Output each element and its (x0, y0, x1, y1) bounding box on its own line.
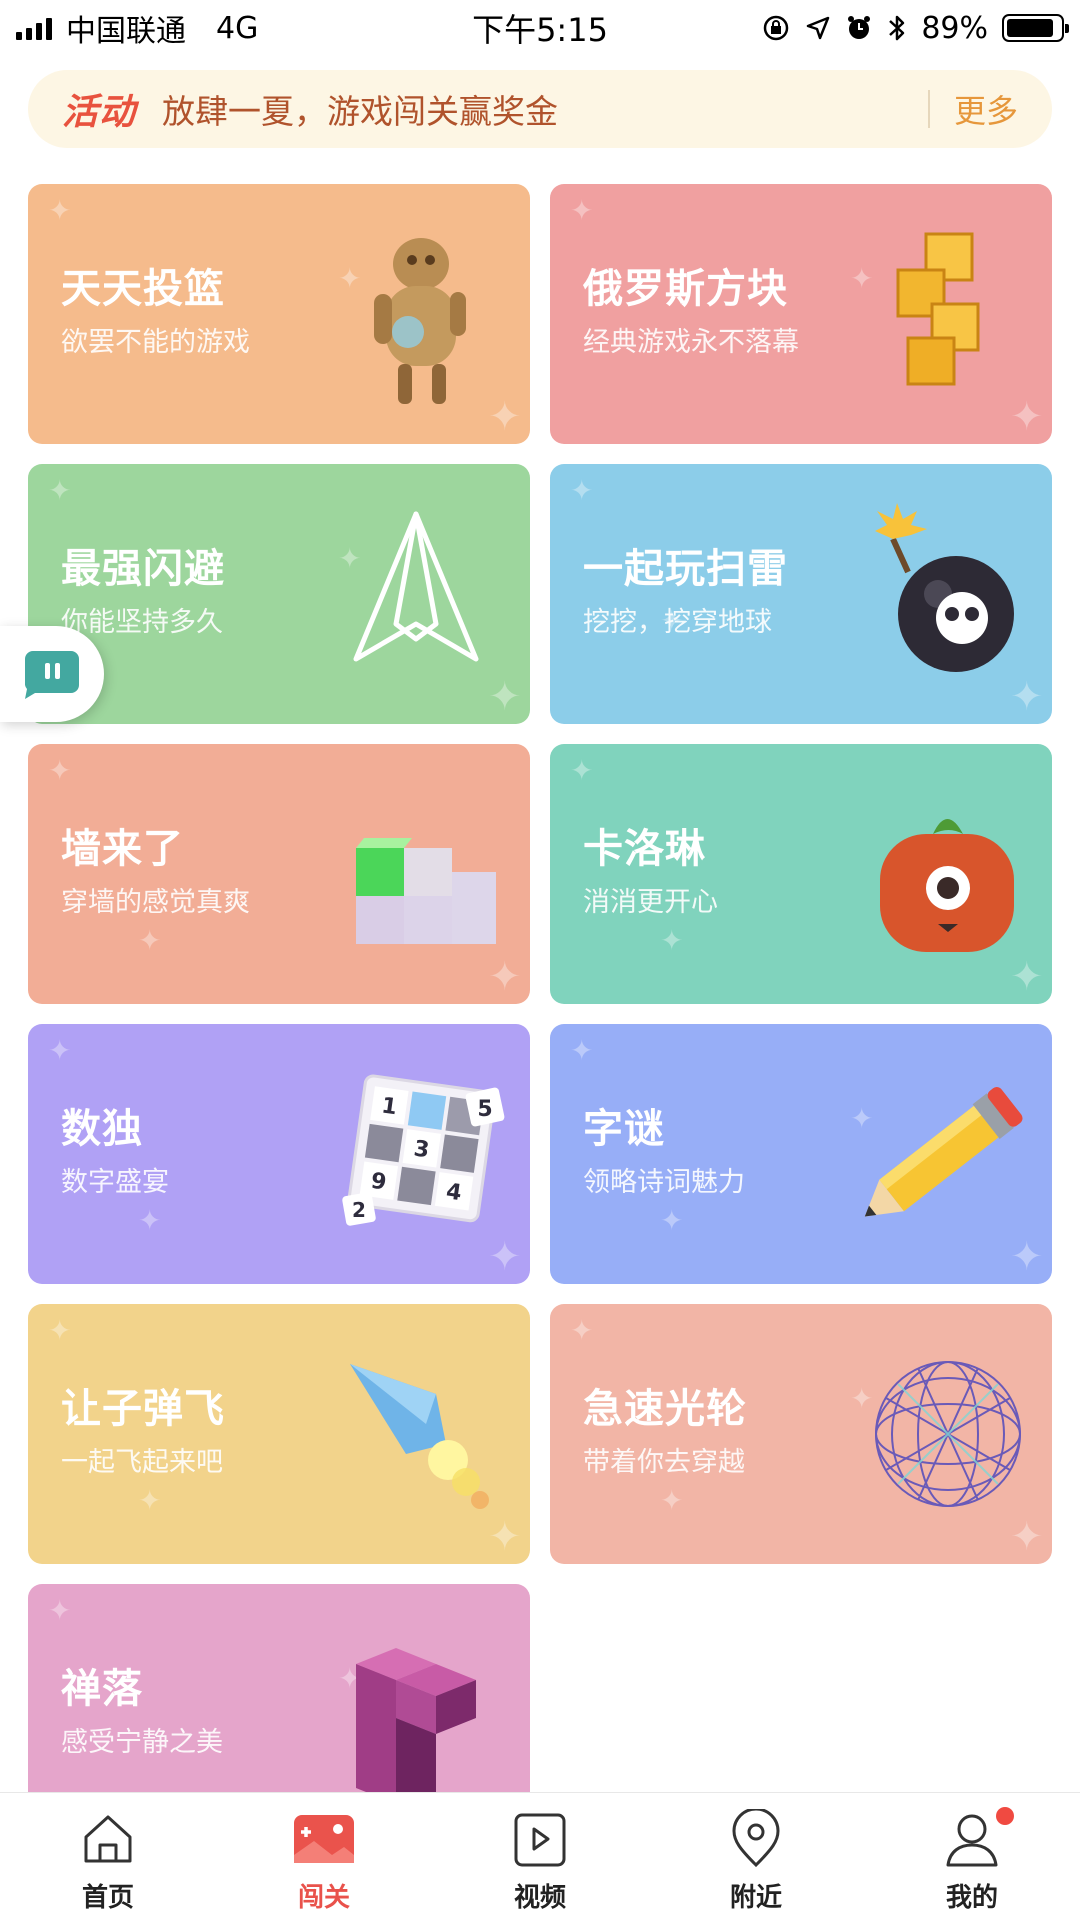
game-title: 字谜 (583, 1106, 665, 1152)
game-subtitle: 欲罢不能的游戏 (61, 327, 250, 358)
game-subtitle: 数字盛宴 (61, 1167, 169, 1198)
more-link[interactable]: 更多 (954, 86, 1018, 132)
game-card[interactable]: ✦ ✦ ✦ ✦ 急速光轮 带着你去穿越 (550, 1304, 1052, 1564)
activity-banner[interactable]: 活动 放肆一夏，游戏闯关赢奖金 更多 (28, 70, 1052, 148)
cubes-icon (356, 838, 496, 944)
tomato-monster-icon (880, 819, 1014, 952)
tab-video[interactable]: 视频 (470, 1807, 610, 1914)
rotation-lock-icon (764, 15, 789, 41)
game-controller-icon (292, 1807, 356, 1871)
home-icon (76, 1807, 140, 1871)
game-card[interactable]: ✦ ✦ ✦ 一起玩扫雷 挖挖，挖穿地球 (550, 464, 1052, 724)
battery-icon (1002, 14, 1069, 42)
sparkle-icon: ✦ (570, 1034, 594, 1067)
activity-tag: 活动 (62, 92, 137, 133)
game-subtitle: 挖挖，挖穿地球 (583, 607, 772, 638)
robot-icon (374, 238, 466, 404)
wire-sphere-icon (875, 1361, 1021, 1507)
game-card[interactable]: ✦ ✦ ✦ 卡洛琳 消消更开心 (550, 744, 1052, 1004)
game-title: 墙来了 (61, 826, 184, 872)
status-right: 89% (761, 10, 1069, 46)
banner-divider (927, 90, 930, 128)
game-subtitle: 穿墙的感觉真爽 (61, 887, 250, 918)
sparkle-icon: ✦ (48, 754, 72, 787)
sparkle-icon: ✦ (138, 1204, 162, 1237)
game-title: 最强闪避 (61, 546, 225, 592)
tab-label: 我的 (945, 1883, 998, 1913)
sudoku-icon: 1 3 9 4 5 2 (342, 1074, 505, 1226)
status-bar: 中国联通 4G 下午5:15 89% (0, 0, 1080, 56)
battery-fill (1007, 19, 1054, 37)
zen-block-icon (356, 1648, 476, 1804)
network-label: 4G (216, 10, 259, 46)
floating-chat-button[interactable] (0, 626, 104, 722)
tab-home[interactable]: 首页 (38, 1807, 178, 1914)
location-arrow-icon (807, 16, 830, 40)
game-title: 禅落 (61, 1666, 143, 1712)
game-card[interactable]: ✦ ✦ ✦ 天天投篮 欲罢不能的游戏 (28, 184, 530, 444)
game-title: 天天投篮 (61, 266, 225, 312)
sparkle-icon: ✦ (48, 1314, 72, 1347)
bullet-icon (350, 1364, 489, 1509)
game-card[interactable]: ✦ ✦ ✦ 俄罗斯方块 经典游戏永不落幕 (550, 184, 1052, 444)
status-left: 中国联通 4G (16, 6, 258, 50)
bluetooth-icon (889, 15, 905, 41)
sparkle-icon: ✦ (660, 1484, 684, 1517)
tab-challenge[interactable]: 闯关 (254, 1807, 394, 1914)
game-title: 俄罗斯方块 (583, 266, 788, 312)
sudoku-number: 5 (477, 1097, 492, 1122)
notification-dot (996, 1807, 1014, 1825)
bottom-tab-bar: 首页 闯关 视频 附近 我的 (0, 1792, 1080, 1920)
sparkle-icon: ✦ (138, 924, 162, 957)
tab-profile[interactable]: 我的 (902, 1807, 1042, 1914)
chat-bubble-icon (25, 651, 79, 699)
pencil-icon (864, 1087, 1023, 1217)
game-title: 一起玩扫雷 (583, 546, 788, 592)
sparkle-icon: ✦ (570, 754, 594, 787)
activity-text: 放肆一夏，游戏闯关赢奖金 (162, 92, 559, 131)
sparkle-icon: ✦ (660, 1204, 684, 1237)
game-card[interactable]: ✦ ✦ ✦ 最强闪避 你能坚持多久 (28, 464, 530, 724)
game-title: 让子弹飞 (61, 1386, 225, 1432)
video-icon (508, 1807, 572, 1871)
tab-label: 视频 (513, 1883, 566, 1913)
sparkle-icon: ✦ (48, 1034, 72, 1067)
battery-percent: 89% (921, 10, 988, 46)
location-pin-icon (724, 1807, 788, 1871)
game-subtitle: 你能坚持多久 (61, 607, 223, 638)
paper-plane-icon (353, 511, 479, 662)
game-card[interactable]: ✦ ✦ ✦ 墙来了 穿墙的感觉真爽 (28, 744, 530, 1004)
sparkle-icon: ✦ (660, 924, 684, 957)
game-title: 数独 (61, 1106, 143, 1152)
game-subtitle: 感受宁静之美 (61, 1727, 223, 1758)
alarm-icon (848, 16, 871, 39)
sparkle-icon: ✦ (48, 1594, 72, 1627)
sparkle-icon: ✦ (48, 474, 72, 507)
game-subtitle: 带着你去穿越 (583, 1447, 745, 1478)
game-subtitle: 一起飞起来吧 (61, 1447, 223, 1478)
bomb-icon (875, 503, 1014, 672)
tab-nearby[interactable]: 附近 (686, 1807, 826, 1914)
game-title: 卡洛琳 (583, 826, 706, 872)
tab-label: 首页 (81, 1883, 134, 1913)
game-card[interactable]: ✦ ✦ ✦ ✦ 字谜 领略诗词魅力 (550, 1024, 1052, 1284)
game-subtitle: 消消更开心 (583, 887, 718, 918)
game-card[interactable]: ✦ ✦ ✦ 让子弹飞 一起飞起来吧 (28, 1304, 530, 1564)
sparkle-icon: ✦ (570, 1314, 594, 1347)
sparkle-icon: ✦ (570, 474, 594, 507)
game-subtitle: 经典游戏永不落幕 (583, 327, 799, 358)
sudoku-number: 2 (352, 1198, 366, 1222)
carrier-label: 中国联通 (66, 14, 186, 49)
game-card[interactable]: ✦ ✦ ✦ 数独 数字盛宴 1 3 9 4 5 2 (28, 1024, 530, 1284)
user-icon (940, 1807, 1004, 1871)
game-subtitle: 领略诗词魅力 (583, 1167, 745, 1198)
game-title: 急速光轮 (583, 1386, 747, 1432)
tetris-block-icon (896, 232, 980, 386)
tab-label: 闯关 (297, 1883, 350, 1913)
sparkle-icon: ✦ (570, 194, 594, 227)
sparkle-icon: ✦ (48, 194, 72, 227)
signal-icon (16, 16, 52, 40)
tab-label: 附近 (729, 1883, 782, 1913)
sparkle-icon: ✦ (138, 1484, 162, 1517)
